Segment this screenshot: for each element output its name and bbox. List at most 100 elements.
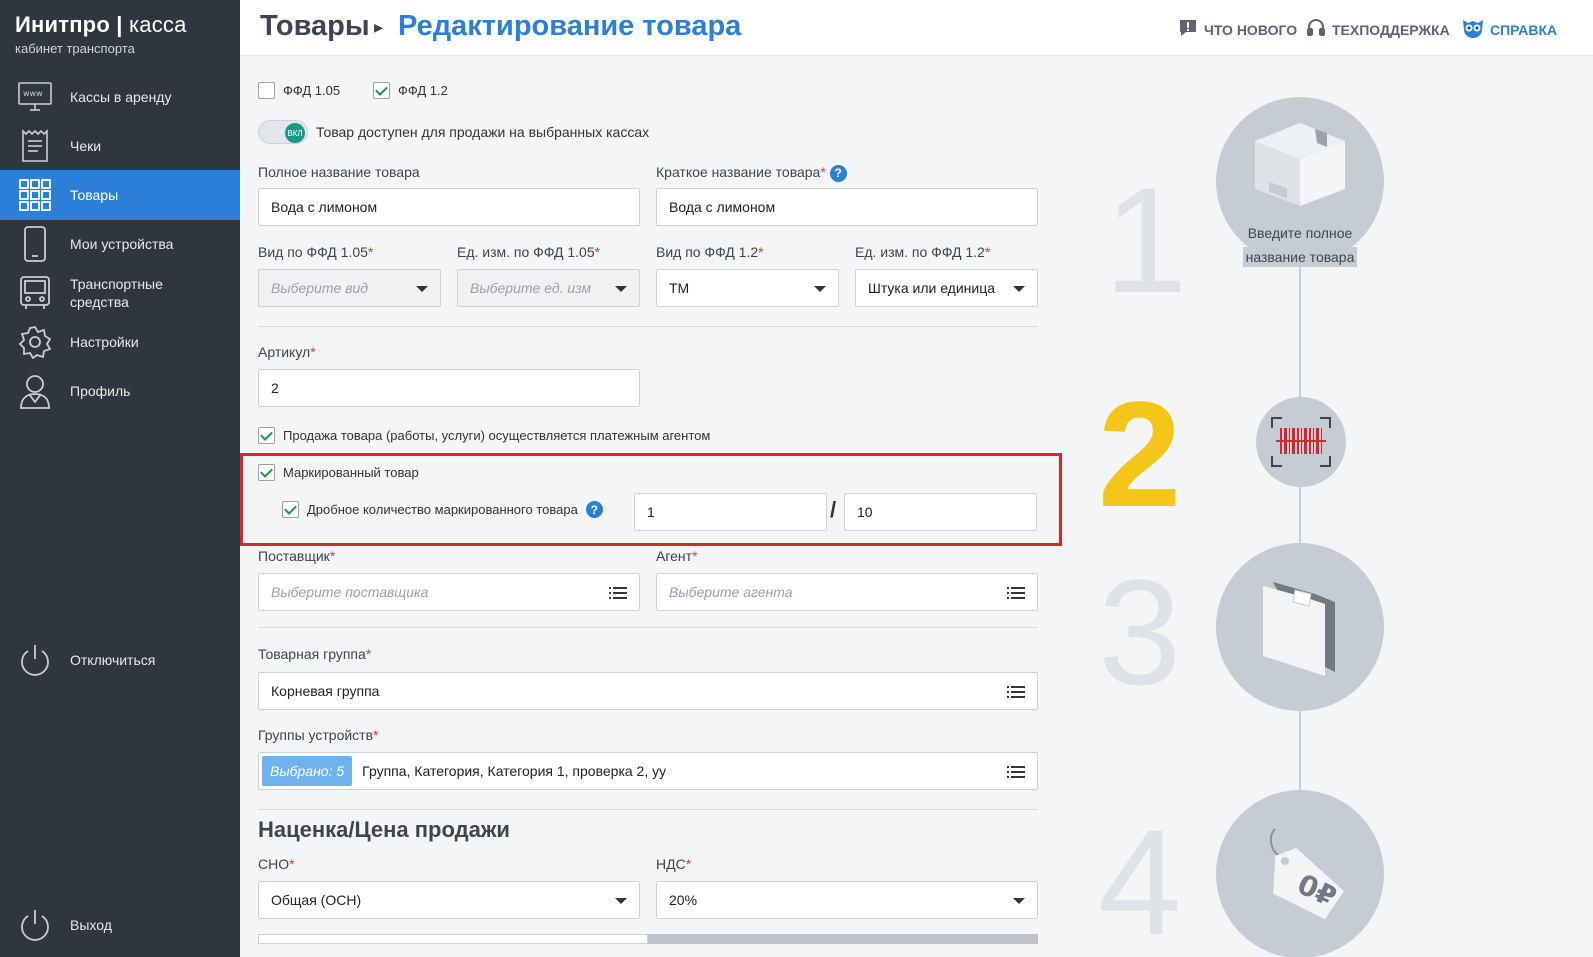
barcode-icon: [1271, 417, 1331, 467]
fraction-info-icon[interactable]: ?: [585, 501, 603, 518]
step-number-1: 1: [1104, 156, 1188, 324]
unit105-label: Ед. изм. по ФФД 1.05*: [457, 244, 601, 260]
vat-label: НДС*: [656, 856, 692, 872]
agent-placeholder: Выберите агента: [669, 584, 793, 600]
vat-select[interactable]: 20%: [656, 881, 1038, 919]
sidebar-item-label: Товары: [70, 187, 119, 203]
step-4-circle: 0₽: [1216, 790, 1384, 957]
fraction-label: Дробное количество маркированного товара: [307, 502, 578, 517]
chevron-down-icon: [615, 898, 627, 904]
short-name-label: Краткое название товара* ?: [656, 164, 847, 182]
product-group-select[interactable]: Корневая группа: [258, 672, 1038, 710]
brand-logo[interactable]: Инитпро | касса кабинет транспорта: [15, 12, 187, 56]
marked-goods-row[interactable]: Маркированный товар: [258, 464, 419, 481]
power-icon: [17, 642, 53, 678]
fraction-denominator-input[interactable]: 10: [844, 493, 1037, 531]
support-link[interactable]: ТЕХПОДДЕРЖКА: [1306, 18, 1450, 41]
unit12-select[interactable]: Штука или единица: [855, 269, 1038, 307]
headset-icon: [1306, 18, 1326, 41]
www-monitor-icon: www: [17, 79, 53, 115]
help-label: СПРАВКА: [1490, 21, 1558, 38]
list-icon[interactable]: [1007, 685, 1025, 699]
sidebar-item-label: Мои устройства: [70, 236, 174, 252]
fraction-checkbox[interactable]: [282, 501, 299, 518]
chevron-down-icon: [1013, 286, 1025, 292]
article-input[interactable]: 2: [258, 369, 640, 407]
brand-subtitle: кабинет транспорта: [15, 41, 135, 56]
fraction-row[interactable]: Дробное количество маркированного товара…: [282, 501, 603, 518]
chevron-down-icon: [416, 286, 428, 292]
svg-text:www: www: [23, 89, 43, 98]
divider: [258, 809, 1038, 810]
step-1-tip-line2: название товара: [1242, 247, 1358, 267]
sno-select[interactable]: Общая (ОСН): [258, 881, 640, 919]
sno-value: Общая (ОСН): [271, 892, 362, 908]
receipt-icon: [17, 128, 53, 164]
brand-title: Инитпро | касса: [15, 12, 187, 37]
sidebar-item-label: Кассы в аренду: [70, 89, 172, 105]
list-icon[interactable]: [609, 586, 627, 600]
kind105-label: Вид по ФФД 1.05*: [258, 244, 374, 260]
full-name-label: Полное название товара: [258, 164, 420, 180]
sidebar-item-settings[interactable]: Настройки: [0, 317, 240, 367]
chevron-down-icon: [1013, 898, 1025, 904]
sidebar-item-products[interactable]: Товары: [0, 170, 240, 220]
sidebar-item-receipts[interactable]: Чеки: [0, 121, 240, 171]
divider: [258, 627, 1038, 628]
power-icon: [17, 907, 53, 943]
breadcrumb-root[interactable]: Товары: [260, 10, 370, 43]
help-link[interactable]: СПРАВКА: [1462, 18, 1557, 41]
ffd12-label: ФФД 1.2: [398, 83, 448, 98]
ffd12-checkbox[interactable]: [373, 82, 390, 99]
ffd12-checkbox-row[interactable]: ФФД 1.2: [373, 82, 448, 99]
product-group-value: Корневая группа: [271, 683, 380, 699]
whats-new-link[interactable]: ЧТО НОВОГО: [1178, 18, 1297, 41]
list-icon[interactable]: [1007, 765, 1025, 779]
marked-goods-checkbox[interactable]: [258, 464, 275, 481]
agent-sale-checkbox[interactable]: [258, 427, 275, 444]
header: Товары ▸ Редактирование товара ЧТО НОВОГ…: [240, 0, 1593, 56]
logout-button[interactable]: Выход: [0, 900, 240, 950]
unit12-value: Штука или единица: [868, 280, 996, 296]
agent-sale-row[interactable]: Продажа товара (работы, услуги) осуществ…: [258, 427, 710, 444]
bus-icon: [17, 275, 53, 311]
ffd105-checkbox-row[interactable]: ФФД 1.05: [258, 82, 340, 99]
short-name-input[interactable]: Вода с лимоном: [656, 188, 1038, 226]
sale-availability-row: ВКЛ Товар доступен для продажи на выбран…: [258, 120, 649, 144]
kind105-select[interactable]: Выберите вид: [258, 269, 441, 307]
agent-select[interactable]: Выберите агента: [656, 573, 1038, 611]
phone-icon: [17, 226, 53, 262]
kind12-value: ТМ: [669, 280, 690, 296]
chat-alert-icon: [1178, 18, 1198, 41]
sidebar-item-devices[interactable]: Мои устройства: [0, 219, 240, 269]
kind12-label: Вид по ФФД 1.2*: [656, 244, 764, 260]
unit105-select[interactable]: Выберите ед. изм: [457, 269, 640, 307]
toggle-knob: ВКЛ: [285, 123, 305, 143]
price-tab-left[interactable]: [258, 934, 648, 944]
price-tab-right[interactable]: [648, 934, 1038, 944]
sidebar-item-profile[interactable]: Профиль: [0, 366, 240, 416]
sidebar-item-vehicles[interactable]: Транспортные средства: [0, 268, 240, 318]
sidebar-item-label: Транспортные средства: [70, 276, 163, 310]
sidebar: Инитпро | касса кабинет транспорта www К…: [0, 0, 240, 957]
ffd105-checkbox[interactable]: [258, 82, 275, 99]
sale-availability-toggle[interactable]: ВКЛ: [258, 120, 308, 144]
fraction-numerator-input[interactable]: 1: [634, 493, 827, 531]
divider: [258, 326, 1038, 327]
list-icon[interactable]: [1007, 586, 1025, 600]
breadcrumb-separator-icon: ▸: [374, 17, 384, 37]
device-groups-select[interactable]: Выбрано: 5 Группа, Категория, Категория …: [258, 752, 1038, 790]
box-icon: [1255, 123, 1345, 206]
device-groups-value: Группа, Категория, Категория 1, проверка…: [362, 763, 667, 779]
sidebar-item-rental[interactable]: www Кассы в аренду: [0, 72, 240, 122]
step-number-3: 3: [1098, 548, 1182, 716]
sidebar-item-label: Чеки: [70, 138, 102, 154]
short-name-info-icon[interactable]: ?: [829, 164, 847, 182]
full-name-input[interactable]: Вода с лимоном: [258, 188, 640, 226]
supplier-select[interactable]: Выберите поставщика: [258, 573, 640, 611]
grid-icon: [17, 177, 53, 213]
kind12-select[interactable]: ТМ: [656, 269, 839, 307]
disconnect-button[interactable]: Отключиться: [0, 635, 240, 685]
step-number-2: 2: [1098, 370, 1182, 538]
supplier-label: Поставщик*: [258, 548, 336, 564]
